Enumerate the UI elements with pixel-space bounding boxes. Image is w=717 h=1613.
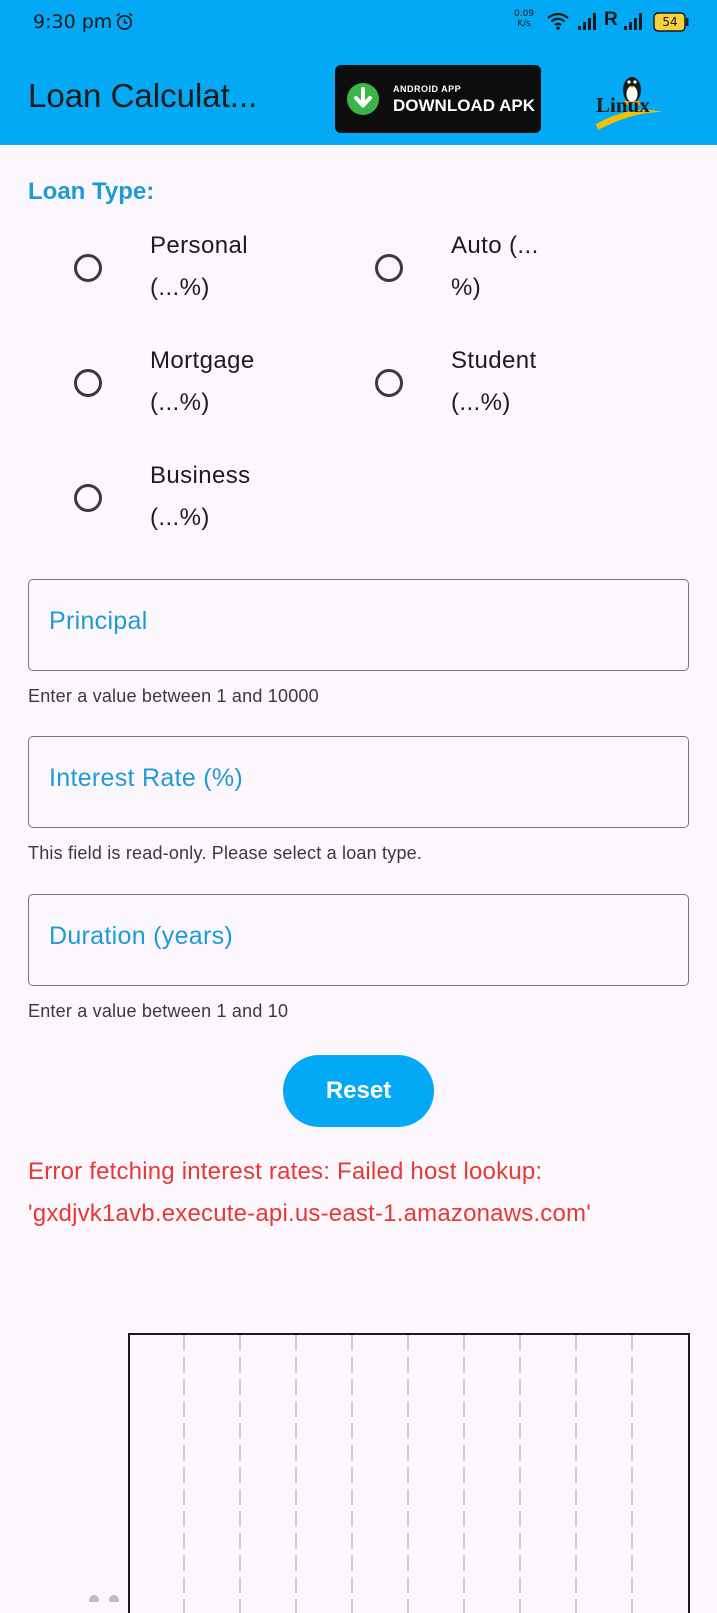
chart-area	[128, 1333, 690, 1613]
radio-personal[interactable]	[74, 254, 102, 282]
error-message: Error fetching interest rates: Failed ho…	[28, 1151, 698, 1235]
radio-label-mortgage[interactable]: Mortgage (...%)	[150, 340, 290, 424]
apk-badge-subtitle: ANDROID APP	[393, 84, 462, 94]
roaming-indicator: R	[604, 9, 618, 30]
option-name: Mortgage	[150, 347, 255, 374]
error-line: 'gxdjvk1avb.execute-api.us-east-1.amazon…	[28, 1200, 592, 1227]
status-bar: 9:30 pm 0.09 K/s R 54	[0, 0, 717, 44]
alarm-icon	[116, 12, 133, 30]
radio-student[interactable]	[375, 369, 403, 397]
option-rate: (...%)	[150, 504, 210, 531]
linux-logo-text: Linux	[596, 93, 650, 117]
option-name: Student	[451, 347, 537, 374]
chart-gridlines	[183, 1335, 633, 1613]
interest-rate-label: Interest Rate (%)	[49, 764, 244, 792]
option-rate: (...%)	[451, 389, 511, 416]
reset-button[interactable]: Reset	[283, 1055, 434, 1127]
radio-mortgage[interactable]	[74, 369, 102, 397]
radio-business[interactable]	[74, 484, 102, 512]
download-apk-badge[interactable]: ANDROID APP DOWNLOAD APK	[335, 65, 541, 133]
radio-label-auto[interactable]: Auto (... %)	[451, 225, 591, 309]
duration-input[interactable]: Duration (years)	[28, 894, 689, 986]
option-name: Personal	[150, 232, 248, 259]
network-speed-value: 0.09	[514, 9, 535, 19]
status-time: 9:30 pm	[33, 11, 113, 33]
duration-helper-text: Enter a value between 1 and 10	[28, 1001, 289, 1021]
signal-icon	[624, 13, 642, 30]
battery-level: 54	[662, 15, 678, 29]
option-rate: %)	[451, 274, 482, 301]
principal-input[interactable]: Principal	[28, 579, 689, 671]
option-name: Auto (...	[451, 232, 539, 259]
app-title: Loan Calculat...	[28, 77, 258, 114]
radio-auto[interactable]	[375, 254, 403, 282]
radio-label-personal[interactable]: Personal (...%)	[150, 225, 290, 309]
network-speed-unit: K/s	[517, 19, 531, 29]
scroll-indicator-icon	[89, 1595, 119, 1602]
principal-label: Principal	[49, 607, 148, 635]
option-rate: (...%)	[150, 389, 210, 416]
interest-rate-helper-text: This field is read-only. Please select a…	[28, 843, 423, 863]
wifi-icon	[547, 12, 569, 30]
radio-label-business[interactable]: Business (...%)	[150, 455, 290, 539]
error-line: Error fetching interest rates: Failed ho…	[28, 1158, 543, 1185]
chart-border	[128, 1333, 690, 1613]
apk-badge-title: DOWNLOAD APK	[393, 96, 535, 115]
app-bar: Loan Calculat... ANDROID APP DOWNLOAD AP…	[0, 44, 717, 145]
option-name: Business	[150, 462, 251, 489]
option-rate: (...%)	[150, 274, 210, 301]
duration-label: Duration (years)	[49, 922, 234, 950]
download-icon	[347, 83, 379, 115]
signal-icon	[578, 13, 596, 30]
loan-type-label: Loan Type:	[28, 178, 155, 205]
interest-rate-input: Interest Rate (%)	[28, 736, 689, 828]
principal-helper-text: Enter a value between 1 and 10000	[28, 686, 319, 706]
radio-label-student[interactable]: Student (...%)	[451, 340, 591, 424]
network-speed: 0.09 K/s	[514, 9, 534, 29]
